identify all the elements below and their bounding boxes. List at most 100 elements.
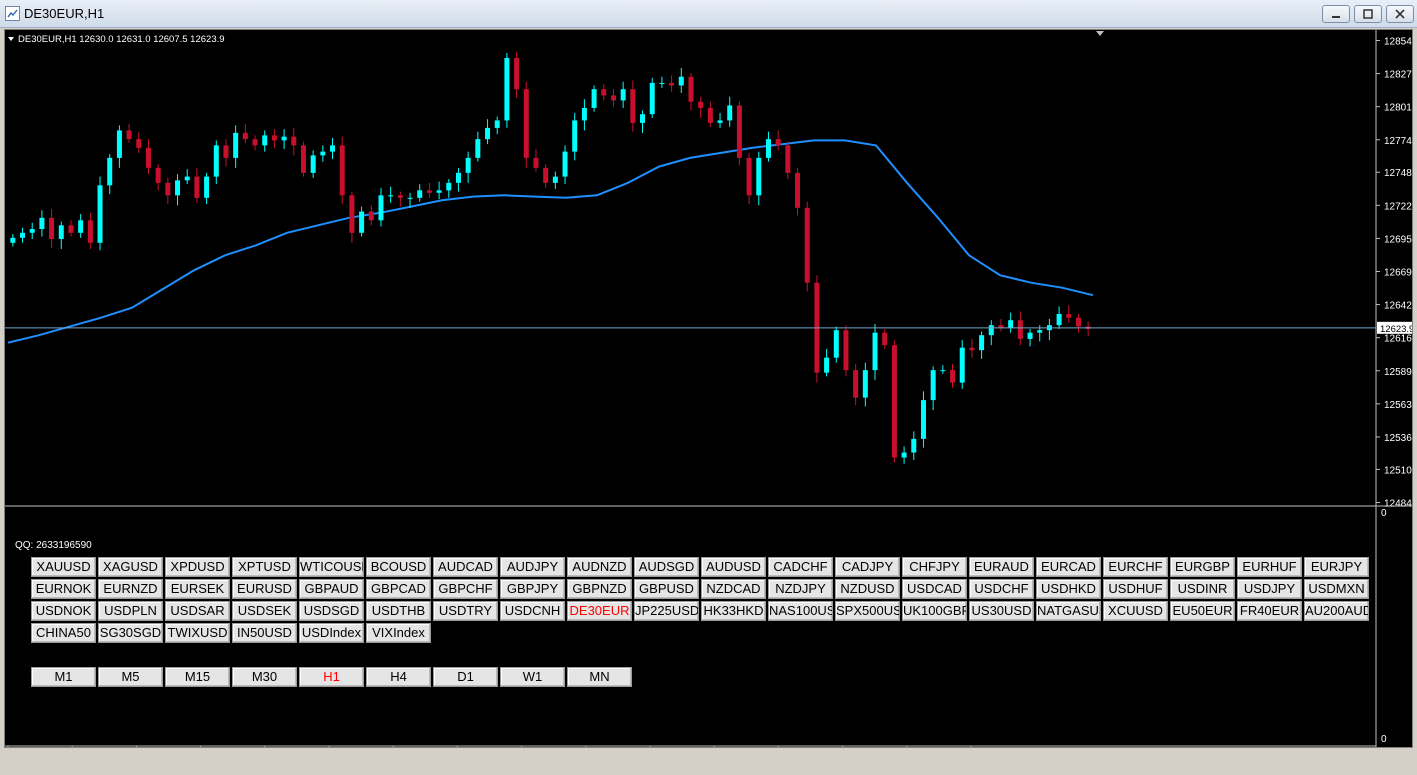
symbol-button-usdhkd[interactable]: USDHKD xyxy=(1036,579,1101,599)
candle-body xyxy=(940,370,946,372)
symbol-button-usdsek[interactable]: USDSEK xyxy=(232,601,297,621)
symbol-button-jp225usd[interactable]: JP225USD xyxy=(634,601,699,621)
symbol-button-usdindex[interactable]: USDIndex xyxy=(299,623,364,643)
symbol-button-usdnok[interactable]: USDNOK xyxy=(31,601,96,621)
symbol-button-audsgd[interactable]: AUDSGD xyxy=(634,557,699,577)
symbol-button-xcuusd[interactable]: XCUUSD xyxy=(1103,601,1168,621)
symbol-button-xagusd[interactable]: XAGUSD xyxy=(98,557,163,577)
symbol-button-xpdusd[interactable]: XPDUSD xyxy=(165,557,230,577)
symbol-button-usdcad[interactable]: USDCAD xyxy=(902,579,967,599)
symbol-button-eurcad[interactable]: EURCAD xyxy=(1036,557,1101,577)
symbol-button-gbpchf[interactable]: GBPCHF xyxy=(433,579,498,599)
candle-body xyxy=(271,135,277,141)
symbol-button-usdsgd[interactable]: USDSGD xyxy=(299,601,364,621)
symbol-button-au200aud[interactable]: AU200AUD xyxy=(1304,601,1369,621)
symbol-button-wticousd[interactable]: WTICOUSD xyxy=(299,557,364,577)
symbol-button-audjpy[interactable]: AUDJPY xyxy=(500,557,565,577)
candle-body xyxy=(843,330,849,371)
symbol-button-gbpusd[interactable]: GBPUSD xyxy=(634,579,699,599)
price-axis-label: 12801.0 xyxy=(1384,103,1412,114)
symbol-button-natgasusd[interactable]: NATGASUSD xyxy=(1036,601,1101,621)
symbol-button-nzdcad[interactable]: NZDCAD xyxy=(701,579,766,599)
symbol-button-nzdusd[interactable]: NZDUSD xyxy=(835,579,900,599)
symbol-button-eu50eur[interactable]: EU50EUR xyxy=(1170,601,1235,621)
maximize-button[interactable] xyxy=(1354,5,1382,23)
symbol-button-usdmxn[interactable]: USDMXN xyxy=(1304,579,1369,599)
symbol-button-audusd[interactable]: AUDUSD xyxy=(701,557,766,577)
candle-body xyxy=(407,197,413,199)
price-axis-label: 12484.0 xyxy=(1384,499,1412,510)
timeframe-button-m30[interactable]: M30 xyxy=(232,667,297,687)
symbol-button-eursek[interactable]: EURSEK xyxy=(165,579,230,599)
symbol-button-audcad[interactable]: AUDCAD xyxy=(433,557,498,577)
symbol-button-nzdjpy[interactable]: NZDJPY xyxy=(768,579,833,599)
symbol-button-china50[interactable]: CHINA50 xyxy=(31,623,96,643)
symbol-button-xptusd[interactable]: XPTUSD xyxy=(232,557,297,577)
symbol-button-sg30sgd[interactable]: SG30SGD xyxy=(98,623,163,643)
symbol-button-cadchf[interactable]: CADCHF xyxy=(768,557,833,577)
candles-layer xyxy=(10,51,1091,464)
timeframe-button-m1[interactable]: M1 xyxy=(31,667,96,687)
symbol-button-chfjpy[interactable]: CHFJPY xyxy=(902,557,967,577)
symbol-button-twixusd[interactable]: TWIXUSD xyxy=(165,623,230,643)
timeframe-button-m5[interactable]: M5 xyxy=(98,667,163,687)
candle-body xyxy=(920,400,926,439)
symbol-button-bcousd[interactable]: BCOUSD xyxy=(366,557,431,577)
indicator-label: QQ: 2633196590 xyxy=(15,540,92,551)
timeframe-button-d1[interactable]: D1 xyxy=(433,667,498,687)
symbol-button-usdtry[interactable]: USDTRY xyxy=(433,601,498,621)
symbol-button-vixindex[interactable]: VIXIndex xyxy=(366,623,431,643)
candle-body xyxy=(359,211,365,233)
symbol-button-eurhuf[interactable]: EURHUF xyxy=(1237,557,1302,577)
symbol-button-eurusd[interactable]: EURUSD xyxy=(232,579,297,599)
timeframe-button-h1[interactable]: H1 xyxy=(299,667,364,687)
symbol-button-de30eur[interactable]: DE30EUR xyxy=(567,601,632,621)
symbol-button-eurchf[interactable]: EURCHF xyxy=(1103,557,1168,577)
timeframe-button-h4[interactable]: H4 xyxy=(366,667,431,687)
symbol-button-nas100usd[interactable]: NAS100USD xyxy=(768,601,833,621)
symbol-button-audnzd[interactable]: AUDNZD xyxy=(567,557,632,577)
symbol-button-usdhuf[interactable]: USDHUF xyxy=(1103,579,1168,599)
timeframe-button-m15[interactable]: M15 xyxy=(165,667,230,687)
symbol-button-eurgbp[interactable]: EURGBP xyxy=(1170,557,1235,577)
symbol-button-in50usd[interactable]: IN50USD xyxy=(232,623,297,643)
timeframe-button-w1[interactable]: W1 xyxy=(500,667,565,687)
minimize-button[interactable] xyxy=(1322,5,1350,23)
dropdown-triangle-icon[interactable] xyxy=(8,37,14,41)
symbol-button-usdpln[interactable]: USDPLN xyxy=(98,601,163,621)
chart-shift-marker-icon[interactable] xyxy=(1096,31,1104,36)
symbol-button-gbpjpy[interactable]: GBPJPY xyxy=(500,579,565,599)
symbol-button-eurjpy[interactable]: EURJPY xyxy=(1304,557,1369,577)
symbol-button-eurnzd[interactable]: EURNZD xyxy=(98,579,163,599)
symbol-button-hk33hkd[interactable]: HK33HKD xyxy=(701,601,766,621)
candle-body xyxy=(10,237,16,243)
symbol-button-xauusd[interactable]: XAUUSD xyxy=(31,557,96,577)
close-button[interactable] xyxy=(1386,5,1414,23)
chart-area[interactable]: 12623.9 12854.0 12827.5 12801.0 12774.5 1274… xyxy=(4,29,1413,748)
symbol-button-fr40eur[interactable]: FR40EUR xyxy=(1237,601,1302,621)
price-axis-label: 12669.0 xyxy=(1384,268,1412,279)
symbol-button-spx500usd[interactable]: SPX500USD xyxy=(835,601,900,621)
candle-body xyxy=(1008,320,1014,328)
candle-body xyxy=(58,225,64,240)
candle-body xyxy=(494,120,500,128)
symbol-button-usdjpy[interactable]: USDJPY xyxy=(1237,579,1302,599)
symbol-button-us30usd[interactable]: US30USD xyxy=(969,601,1034,621)
symbol-button-cadjpy[interactable]: CADJPY xyxy=(835,557,900,577)
candle-body xyxy=(116,130,122,158)
symbol-button-uk100gbp[interactable]: UK100GBP xyxy=(902,601,967,621)
symbol-button-gbpcad[interactable]: GBPCAD xyxy=(366,579,431,599)
symbol-button-gbpnzd[interactable]: GBPNZD xyxy=(567,579,632,599)
symbol-button-usdcnh[interactable]: USDCNH xyxy=(500,601,565,621)
symbol-button-gbpaud[interactable]: GBPAUD xyxy=(299,579,364,599)
symbol-button-usdthb[interactable]: USDTHB xyxy=(366,601,431,621)
symbol-button-usdchf[interactable]: USDCHF xyxy=(969,579,1034,599)
title-bar[interactable]: DE30EUR,H1 xyxy=(0,0,1417,28)
candle-body xyxy=(262,135,268,146)
symbol-button-eurnok[interactable]: EURNOK xyxy=(31,579,96,599)
symbol-button-usdinr[interactable]: USDINR xyxy=(1170,579,1235,599)
symbol-button-euraud[interactable]: EURAUD xyxy=(969,557,1034,577)
timeframe-button-mn[interactable]: MN xyxy=(567,667,632,687)
candle-body xyxy=(543,167,549,183)
symbol-button-usdsar[interactable]: USDSAR xyxy=(165,601,230,621)
